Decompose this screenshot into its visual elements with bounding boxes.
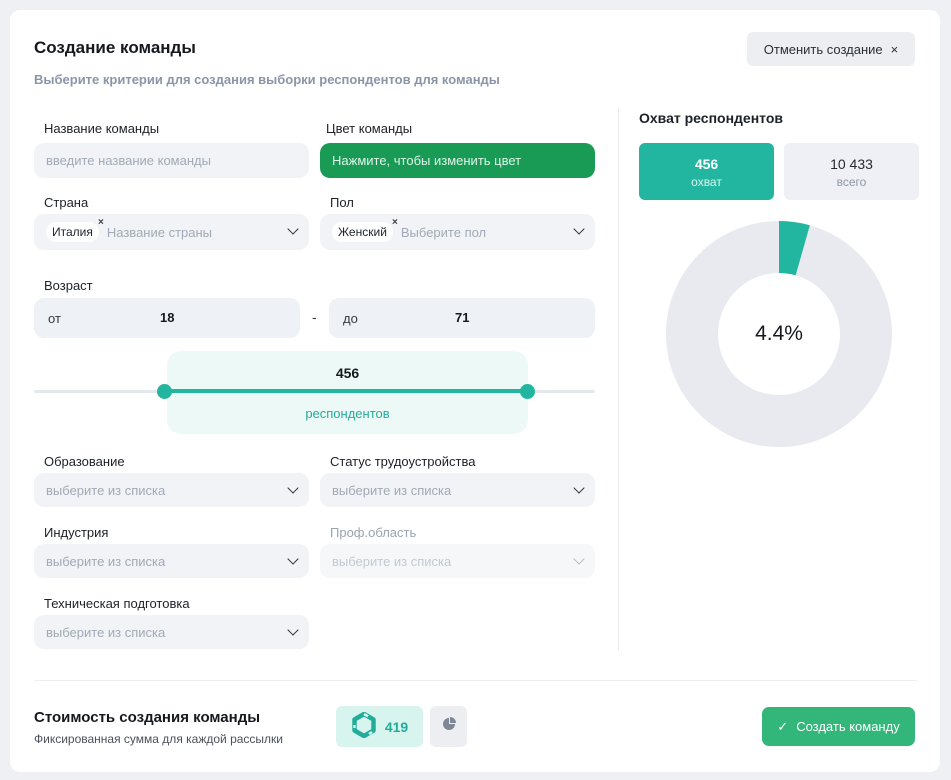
- team-color-button[interactable]: Нажмите, чтобы изменить цвет: [320, 143, 595, 178]
- chevron-down-icon: [287, 624, 299, 636]
- industry-label: Индустрия: [44, 525, 109, 540]
- age-separator: -: [312, 309, 317, 325]
- total-value: 10 433: [830, 156, 873, 172]
- age-from-input[interactable]: от 18: [34, 298, 300, 338]
- employment-select[interactable]: выберите из списка: [320, 473, 595, 507]
- create-team-button[interactable]: ✓ Создать команду: [762, 707, 915, 746]
- country-select[interactable]: Италия × Название страны: [34, 214, 309, 250]
- age-from-prefix: от: [48, 311, 61, 326]
- country-tag-label: Италия: [52, 225, 93, 239]
- gender-tag[interactable]: Женский ×: [332, 217, 398, 242]
- reach-caption: охват: [691, 175, 722, 189]
- age-slider-max-handle[interactable]: [520, 384, 535, 399]
- create-team-label: Создать команду: [796, 719, 900, 734]
- tech-placeholder: выберите из списка: [46, 624, 166, 640]
- pie-chart-icon: [442, 717, 456, 736]
- reach-value: 456: [694, 156, 719, 172]
- remove-tag-icon[interactable]: ×: [98, 217, 104, 228]
- respondents-count: 456: [335, 365, 360, 381]
- chevron-down-icon: [287, 223, 299, 235]
- prof-area-placeholder: выберите из списка: [332, 553, 452, 569]
- pie-chart-button[interactable]: [430, 706, 467, 747]
- team-color-label: Цвет команды: [326, 121, 413, 136]
- team-name-placeholder: введите название команды: [46, 153, 211, 168]
- vertical-divider: [618, 108, 619, 651]
- cancel-button-label: Отменить создание: [763, 41, 883, 57]
- total-stat: 10 433 всего: [784, 143, 919, 200]
- tech-select[interactable]: выберите из списка: [34, 615, 309, 649]
- reach-percent: 4.4%: [755, 322, 803, 345]
- total-caption: всего: [836, 175, 867, 189]
- team-color-button-label: Нажмите, чтобы изменить цвет: [332, 153, 522, 168]
- employment-placeholder: выберите из списка: [332, 482, 452, 498]
- tech-label: Техническая подготовка: [44, 596, 190, 611]
- reach-title: Охват респондентов: [639, 110, 783, 126]
- age-from-value: 18: [160, 310, 175, 325]
- chevron-down-icon: [573, 482, 585, 494]
- education-select[interactable]: выберите из списка: [34, 473, 309, 507]
- prof-area-label: Проф.область: [330, 525, 417, 540]
- chevron-down-icon: [573, 223, 585, 235]
- cost-title: Стоимость создания команды: [34, 709, 261, 726]
- country-label: Страна: [44, 195, 89, 210]
- industry-placeholder: выберите из списка: [46, 553, 166, 569]
- country-placeholder: Название страны: [106, 224, 213, 240]
- reach-stat: 456 охват: [639, 143, 774, 200]
- chevron-down-icon: [573, 553, 585, 565]
- cost-subtitle: Фиксированная сумма для каждой рассылки: [34, 732, 283, 746]
- price-value: 419: [384, 718, 409, 735]
- age-label: Возраст: [44, 278, 93, 293]
- education-label: Образование: [44, 454, 125, 469]
- team-name-label: Название команды: [44, 121, 160, 136]
- footer-divider: [34, 680, 917, 681]
- page-title: Создание команды: [34, 38, 196, 57]
- education-placeholder: выберите из списка: [46, 482, 166, 498]
- prof-area-select: выберите из списка: [320, 544, 595, 578]
- coin-icon: [351, 711, 377, 741]
- gender-tag-label: Женский: [338, 225, 387, 239]
- chevron-down-icon: [287, 553, 299, 565]
- check-icon: ✓: [777, 718, 789, 734]
- remove-tag-icon[interactable]: ×: [392, 217, 398, 228]
- age-to-input[interactable]: до 71: [329, 298, 595, 338]
- gender-label: Пол: [330, 195, 354, 210]
- age-slider-min-handle[interactable]: [157, 384, 172, 399]
- age-slider-range: [164, 389, 527, 393]
- respondents-unit: респондентов: [305, 406, 390, 421]
- industry-select[interactable]: выберите из списка: [34, 544, 309, 578]
- gender-placeholder: Выберите пол: [400, 224, 487, 240]
- age-to-prefix: до: [343, 311, 358, 326]
- country-tag[interactable]: Италия ×: [46, 217, 104, 242]
- chevron-down-icon: [287, 482, 299, 494]
- price-badge: 419: [336, 706, 423, 747]
- employment-label: Статус трудоустройства: [330, 454, 476, 469]
- page-subtitle: Выберите критерии для создания выборки р…: [34, 72, 500, 87]
- cancel-creation-button[interactable]: Отменить создание ×: [747, 32, 915, 66]
- team-name-input[interactable]: введите название команды: [34, 143, 309, 178]
- gender-select[interactable]: Женский × Выберите пол: [320, 214, 595, 250]
- close-icon: ×: [890, 41, 899, 57]
- age-to-value: 71: [455, 310, 470, 325]
